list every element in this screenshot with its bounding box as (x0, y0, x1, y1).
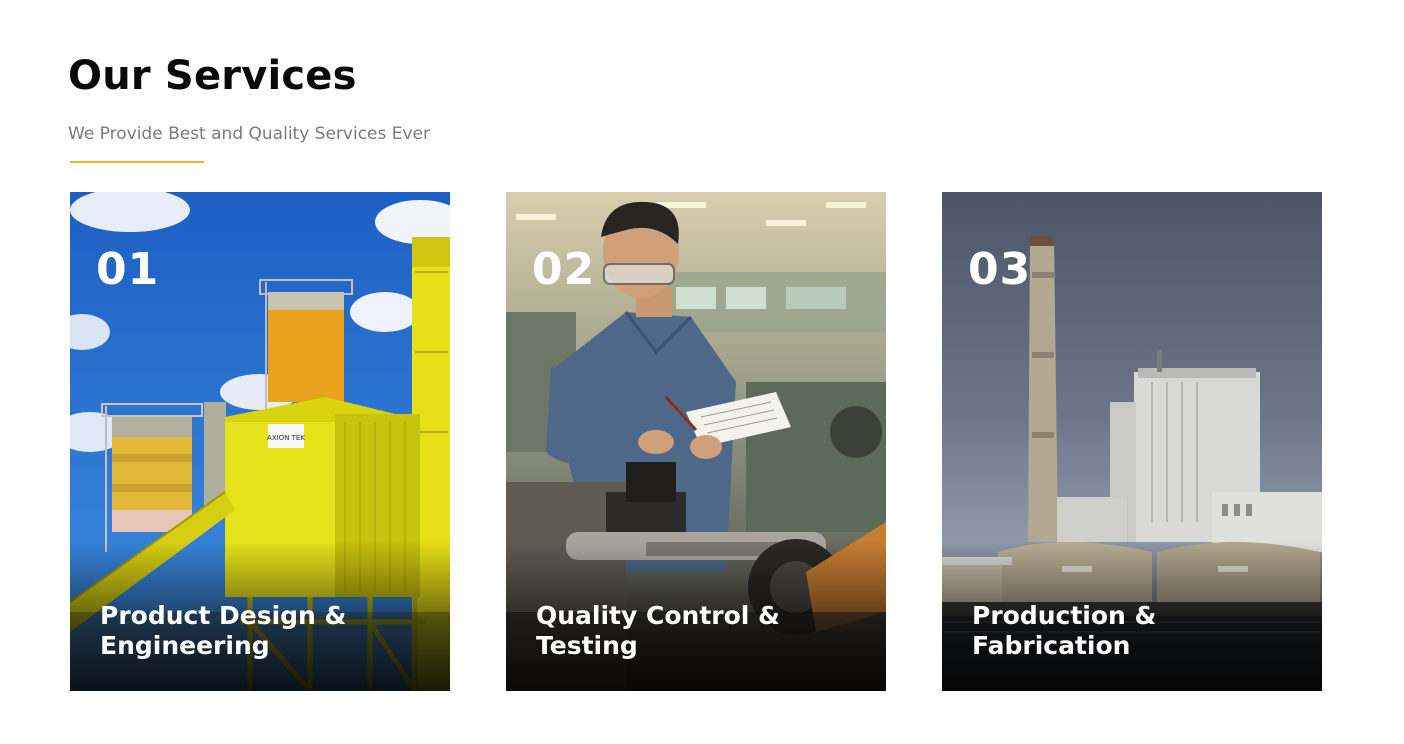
service-number: 03 (968, 244, 1032, 295)
section-subtitle: We Provide Best and Quality Services Eve… (68, 124, 431, 144)
service-card-quality-control[interactable]: 02 Quality Control & Testing (506, 192, 886, 691)
service-title[interactable]: Production & Fabrication (972, 601, 1302, 661)
service-card-production[interactable]: 03 Production & Fabrication (942, 192, 1322, 691)
service-card-product-design[interactable]: AXION TEK 01 Product Design & Engineerin… (70, 192, 450, 691)
service-number: 02 (532, 244, 596, 295)
service-title[interactable]: Product Design & Engineering (100, 601, 430, 661)
service-title[interactable]: Quality Control & Testing (536, 601, 866, 661)
section-title: Our Services (68, 53, 357, 99)
service-number: 01 (96, 244, 160, 295)
services-section: Our Services We Provide Best and Quality… (0, 0, 1404, 744)
title-underline (70, 161, 204, 163)
plant-sign-text: AXION TEK (267, 434, 305, 442)
